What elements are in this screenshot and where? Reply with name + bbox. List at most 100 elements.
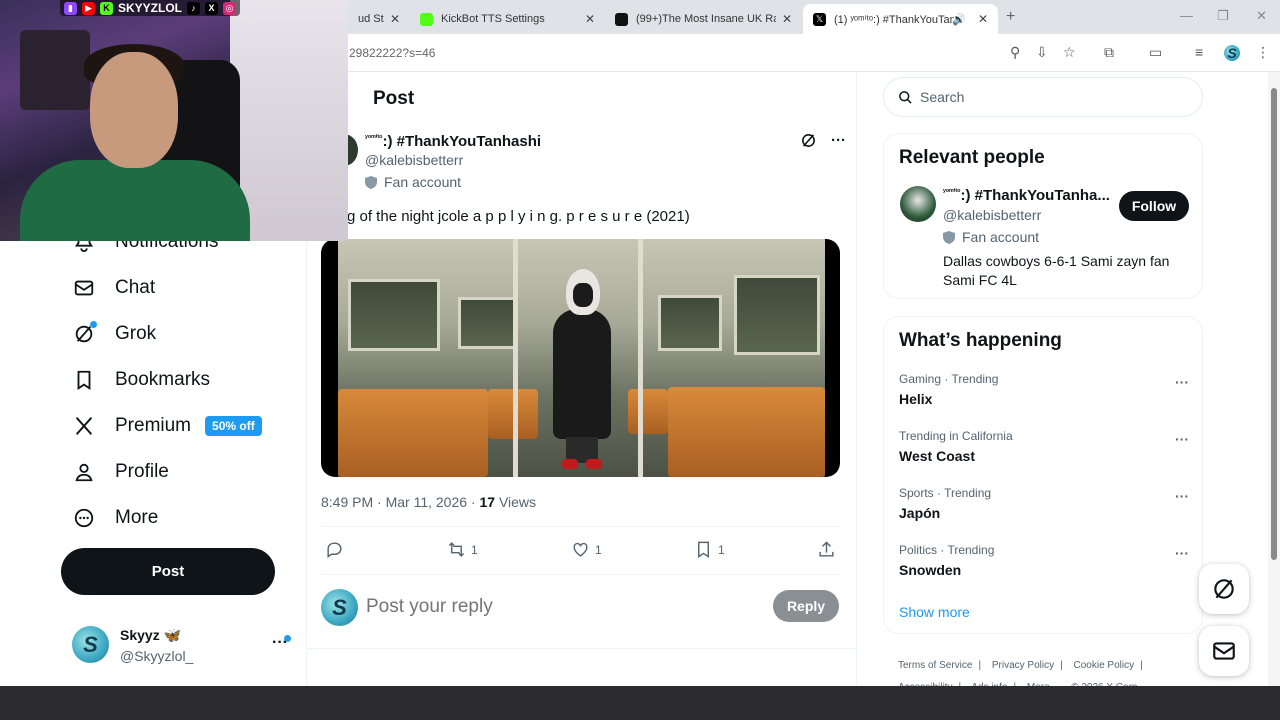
trend-name: Snowden xyxy=(899,562,962,578)
x-logo-icon: X xyxy=(205,1,219,15)
nav-profile[interactable]: Profile xyxy=(72,452,169,492)
fan-account-label: Fan account xyxy=(365,174,461,190)
close-icon[interactable]: ✕ xyxy=(585,12,595,26)
reply-action[interactable] xyxy=(325,540,349,559)
more-dots-icon[interactable]: ··· xyxy=(1175,431,1189,447)
nav-label: Profile xyxy=(115,461,169,482)
scrollbar[interactable] xyxy=(1268,72,1280,686)
divider xyxy=(856,72,857,686)
trend-item[interactable]: Gaming · Trending Helix ··· xyxy=(899,372,1189,407)
trend-item[interactable]: Politics · Trending Snowden ··· xyxy=(899,543,1189,578)
nav-more[interactable]: More xyxy=(72,498,158,538)
post-time[interactable]: 8:49 PM · Mar 11, 2026 · xyxy=(321,494,479,510)
messages-fab-button[interactable] xyxy=(1199,626,1249,676)
reply-icon xyxy=(327,542,342,559)
close-icon[interactable]: ✕ xyxy=(782,12,792,26)
menu-dots-icon[interactable]: ⋮ xyxy=(1256,44,1270,61)
footer-link[interactable]: Privacy Policy xyxy=(992,660,1054,671)
media-icon[interactable]: ≡ xyxy=(1195,44,1203,60)
tab-3[interactable]: (99+)The Most Insane UK Rap I ✕ xyxy=(605,4,802,34)
repost-action[interactable]: 1 xyxy=(447,540,478,559)
nav-chat[interactable]: Chat xyxy=(72,268,155,308)
trend-meta: Sports · Trending xyxy=(899,486,992,500)
reply-button[interactable]: Reply xyxy=(773,590,839,622)
bookmark-icon xyxy=(72,368,96,392)
stream-handle: SKYYZLOL xyxy=(118,1,183,15)
author-handle[interactable]: @kalebisbetterr xyxy=(365,152,463,168)
trend-name: Helix xyxy=(899,391,933,407)
views-label: Views xyxy=(495,494,537,510)
follow-button[interactable]: Follow xyxy=(1119,191,1189,221)
tiktok-icon: ♪ xyxy=(187,1,201,15)
video-frame xyxy=(338,239,825,477)
person-handle[interactable]: @kalebisbetterr xyxy=(943,207,1041,223)
fan-label-text: Fan account xyxy=(962,229,1040,245)
minimize-icon[interactable]: — xyxy=(1180,8,1193,23)
avatar xyxy=(72,626,109,663)
account-name: Skyyz 🦋 xyxy=(120,627,182,643)
nav-bookmarks[interactable]: Bookmarks xyxy=(72,360,210,400)
sidebar-icon[interactable]: ▭ xyxy=(1149,44,1162,61)
nav-label: Bookmarks xyxy=(115,369,211,390)
bookmark-action[interactable]: 1 xyxy=(694,540,725,559)
author-name-prefix: ʸᵒᵐⁱᵗᵒ xyxy=(365,133,383,142)
install-icon[interactable]: ⇩ xyxy=(1036,44,1048,61)
person-icon xyxy=(72,460,96,484)
post-button[interactable]: Post xyxy=(61,548,275,595)
reply-input[interactable] xyxy=(366,596,746,618)
tab-2[interactable]: KickBot TTS Settings ✕ xyxy=(410,4,605,34)
star-icon[interactable]: ☆ xyxy=(1063,44,1076,61)
close-icon[interactable]: ✕ xyxy=(978,12,988,26)
tab-4-active[interactable]: 𝕏 (1) ʸᵒᵐⁱᵗᵒ:) #ThankYouTanhas 🔊 ✕ xyxy=(803,4,998,34)
grok-fab-button[interactable] xyxy=(1199,564,1249,614)
post-text: g of the night jcole a p p l y i n g. p … xyxy=(347,208,690,225)
maximize-icon[interactable]: ❐ xyxy=(1217,8,1229,24)
more-dots-icon[interactable]: ··· xyxy=(1175,488,1189,504)
profile-avatar-icon[interactable] xyxy=(1224,45,1240,61)
nav-label: Grok xyxy=(115,323,157,344)
search-box[interactable]: Search xyxy=(883,77,1203,117)
search-icon xyxy=(899,90,912,104)
video-subject xyxy=(548,269,618,469)
avatar[interactable] xyxy=(900,186,936,222)
mail-icon xyxy=(1213,642,1235,660)
trend-item[interactable]: Sports · Trending Japón ··· xyxy=(899,486,1189,521)
trend-name: West Coast xyxy=(899,448,975,464)
url-text[interactable]: 29822222?s=46 xyxy=(349,46,435,60)
show-more-link[interactable]: Show more xyxy=(899,604,970,620)
new-tab-icon[interactable]: + xyxy=(1006,8,1015,26)
more-dots-icon[interactable]: ··· xyxy=(1175,545,1189,561)
panel-title: Relevant people xyxy=(899,147,1045,168)
person-bio: Dallas cowboys 6-6-1 Sami zayn fan Sami … xyxy=(943,253,1170,288)
zoom-icon[interactable]: ⚲ xyxy=(1010,44,1020,61)
more-dots-icon[interactable]: ··· xyxy=(831,132,846,153)
like-action[interactable]: 1 xyxy=(571,540,602,559)
scrollbar-thumb[interactable] xyxy=(1271,88,1277,560)
like-count: 1 xyxy=(595,542,602,557)
window-close-icon[interactable]: ✕ xyxy=(1256,8,1267,24)
shield-icon xyxy=(943,230,955,244)
close-icon[interactable]: ✕ xyxy=(390,12,400,26)
nav-label: Premium xyxy=(115,415,192,436)
author-name[interactable]: ʸᵒᵐⁱᵗᵒ:) #ThankYouTanhashi xyxy=(365,133,541,150)
trend-meta: Gaming · Trending xyxy=(899,372,999,386)
share-action[interactable] xyxy=(817,540,841,559)
trend-meta: Politics · Trending xyxy=(899,543,995,557)
instagram-icon: ◎ xyxy=(223,1,237,15)
extensions-icon[interactable]: ⧉ xyxy=(1104,44,1114,61)
post-video[interactable] xyxy=(321,239,840,477)
footer-link[interactable]: Cookie Policy xyxy=(1074,660,1135,671)
grok-icon xyxy=(1214,579,1234,599)
trend-item[interactable]: Trending in California West Coast ··· xyxy=(899,429,1189,464)
grok-icon xyxy=(72,321,97,346)
webcam-overlay: ▮ ▶ K SKYYZLOL ♪ X ◎ xyxy=(0,0,348,241)
nav-premium[interactable]: Premium 50% off xyxy=(72,406,262,446)
more-dots-icon[interactable]: ··· xyxy=(1175,374,1189,390)
nav-grok[interactable]: Grok xyxy=(72,314,156,354)
account-switcher[interactable]: Skyyz 🦋 @Skyyzlol_ ··· xyxy=(72,626,292,668)
person-name[interactable]: ʸᵒᵐⁱᵗᵒ:) #ThankYouTanha... xyxy=(943,187,1111,204)
grok-icon[interactable] xyxy=(800,132,817,153)
tab-title: (99+)The Most Insane UK Rap I xyxy=(636,13,776,25)
footer-link[interactable]: Terms of Service xyxy=(898,660,972,671)
speaker-icon[interactable]: 🔊 xyxy=(952,13,966,26)
